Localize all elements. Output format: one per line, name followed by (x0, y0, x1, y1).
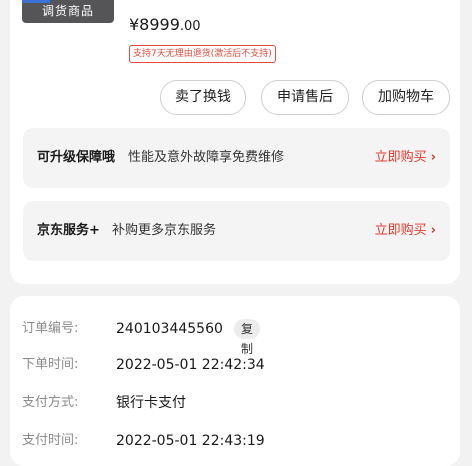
jd-service-plus-row[interactable]: 京东服务+ 补购更多京东服务 立即购买 › (23, 201, 450, 261)
product-price: ¥8999.00 (129, 15, 201, 34)
jd-service-desc: 补购更多京东服务 (112, 223, 217, 238)
pay-time-value: 2022-05-01 22:43:19 (116, 433, 265, 449)
return-policy-tag: 支持7天无理由退货(激活后不支持) (129, 45, 276, 63)
chevron-right-icon: › (430, 223, 436, 238)
order-number-label: 订单编号: (22, 321, 79, 336)
order-time-label: 下单时间: (22, 357, 79, 372)
order-number-value: 240103445560 (116, 321, 223, 337)
protection-label: 可升级保障哦 (37, 150, 116, 165)
product-thumbnail-badge: 调货商品 (22, 0, 114, 23)
add-to-cart-button[interactable]: 加购物车 (362, 80, 450, 115)
chevron-right-icon: › (430, 150, 436, 165)
order-time-value: 2022-05-01 22:42:34 (116, 357, 265, 373)
after-sale-button[interactable]: 申请售后 (261, 80, 349, 115)
pay-time-label: 支付时间: (22, 433, 79, 448)
transfer-goods-label: 调货商品 (41, 4, 94, 18)
copy-button[interactable]: 复制 (234, 319, 261, 356)
price-cents: .00 (179, 19, 201, 34)
jd-service-label: 京东服务+ (37, 223, 100, 238)
price-main: ¥8999 (129, 15, 180, 34)
protection-buy-link[interactable]: 立即购买 › (375, 128, 436, 188)
thumbnail-color-strip (22, 0, 50, 3)
jd-service-buy-link[interactable]: 立即购买 › (375, 201, 436, 261)
protection-upgrade-row[interactable]: 可升级保障哦 性能及意外故障享免费维修 立即购买 › (23, 128, 450, 188)
pay-method-label: 支付方式: (22, 395, 79, 410)
sell-trade-button[interactable]: 卖了换钱 (160, 80, 246, 115)
pay-method-value: 银行卡支付 (116, 395, 186, 411)
protection-desc: 性能及意外故障享免费维修 (128, 150, 285, 165)
